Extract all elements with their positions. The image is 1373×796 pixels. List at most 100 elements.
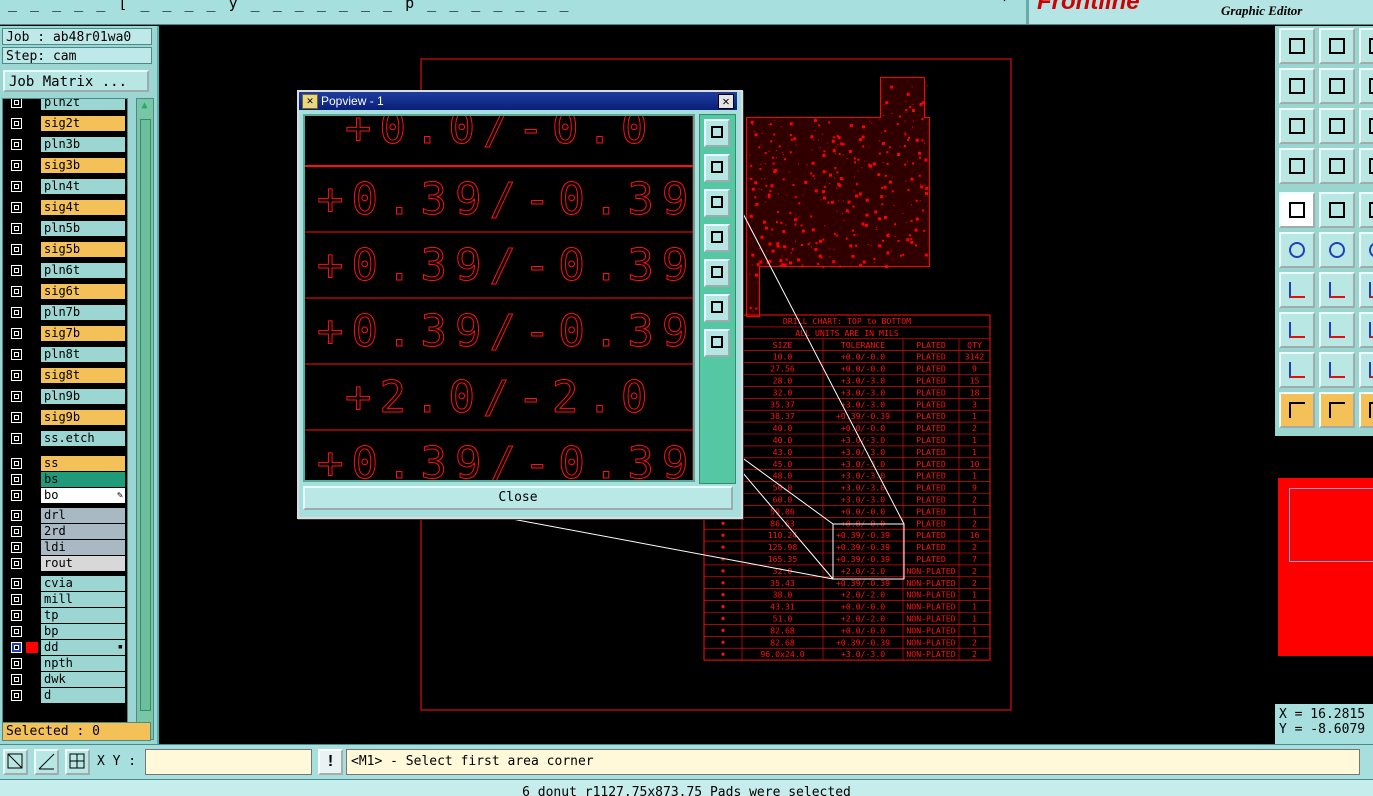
layer-row-rout[interactable]: rout xyxy=(5,556,125,571)
layer-name[interactable]: bs xyxy=(41,472,125,487)
cross-button[interactable] xyxy=(1319,232,1355,268)
circle-button[interactable] xyxy=(1359,232,1373,268)
layer-name[interactable]: ss.etch xyxy=(41,431,125,446)
layer-name[interactable]: pln3b xyxy=(41,137,125,152)
move-to-top-button[interactable] xyxy=(1279,28,1315,64)
popview-window[interactable]: ✕ Popview - 1 ✕ +0.0/-0.0 +0.39/-0.39 +0.3… xyxy=(297,90,743,519)
popview-titlebar[interactable]: ✕ Popview - 1 xyxy=(299,92,737,110)
layer-checkbox[interactable] xyxy=(11,610,22,621)
layer-row-pln9b[interactable]: pln9b xyxy=(5,389,125,404)
layer-row-tp[interactable]: tp xyxy=(5,608,125,623)
layer-checkbox[interactable] xyxy=(11,526,22,537)
layer-row-ldi[interactable]: ldi xyxy=(5,540,125,555)
layer-checkbox[interactable] xyxy=(11,328,22,339)
line-arrow-button[interactable] xyxy=(1319,272,1355,308)
scroll-up-icon[interactable]: ▲ xyxy=(139,101,150,111)
layer-row-sig7b[interactable]: sig7b xyxy=(5,326,125,341)
layer-row-sig3b[interactable]: sig3b xyxy=(5,158,125,173)
popview-zoom-view[interactable]: +0.0/-0.0 +0.39/-0.39 +0.39/-0.39 +0.39/-0.… xyxy=(303,114,695,482)
layer-checkbox[interactable] xyxy=(11,265,22,276)
undo-button[interactable] xyxy=(1359,68,1373,104)
layer-name[interactable]: d xyxy=(41,688,125,703)
snap-button[interactable] xyxy=(1319,148,1355,184)
layer-checkbox[interactable] xyxy=(11,674,22,685)
pan-left-button[interactable] xyxy=(704,224,730,252)
pad-add-button[interactable] xyxy=(1279,312,1315,348)
grid-mode-button[interactable] xyxy=(65,749,90,775)
layer-row-pln2t[interactable]: pln2t xyxy=(5,99,125,110)
layer-checkbox[interactable] xyxy=(11,181,22,192)
pan-down-button[interactable] xyxy=(704,189,730,217)
layer-scrollbar[interactable]: ▲ ▼ xyxy=(136,98,154,740)
line-cut-button[interactable] xyxy=(1319,312,1355,348)
layer-name[interactable]: cvia xyxy=(41,576,125,591)
layer-checkbox[interactable] xyxy=(11,474,22,485)
layer-row-cvia[interactable]: cvia xyxy=(5,576,125,591)
triangle-arrow-button[interactable] xyxy=(1319,352,1355,388)
layer-name[interactable]: rout xyxy=(41,556,125,571)
layer-row-sig8t[interactable]: sig8t xyxy=(5,368,125,383)
layer-row-npth[interactable]: npth xyxy=(5,656,125,671)
triangle-button[interactable] xyxy=(1279,352,1315,388)
layer-row-sig2t[interactable]: sig2t xyxy=(5,116,125,131)
layer-checkbox[interactable] xyxy=(11,286,22,297)
layer-checkbox[interactable] xyxy=(11,690,22,701)
layer-name[interactable]: dwk xyxy=(41,672,125,687)
close-button[interactable]: Close xyxy=(303,486,733,510)
layer-name[interactable]: bo ✎ xyxy=(41,488,125,503)
top-menu-text[interactable]: _ _ _ _ _ [ _ _ _ _ y _ _ _ _ _ _ _ p _ … xyxy=(8,0,571,12)
layer-checkbox[interactable] xyxy=(11,510,22,521)
layer-checkbox[interactable] xyxy=(11,223,22,234)
layer-row-sig4t[interactable]: sig4t xyxy=(5,200,125,215)
connect-button[interactable] xyxy=(1279,232,1315,268)
layer-checkbox[interactable] xyxy=(11,658,22,669)
line-bracket-button[interactable] xyxy=(1359,272,1373,308)
layer-checkbox[interactable] xyxy=(11,542,22,553)
layer-name[interactable]: ldi xyxy=(41,540,125,555)
pointer-button[interactable] xyxy=(1279,392,1315,428)
layer-checkbox[interactable] xyxy=(11,99,22,108)
layer-row-bo[interactable]: bo ✎ xyxy=(5,488,125,503)
zoom-fit-button[interactable] xyxy=(1279,108,1315,144)
layer-name[interactable]: drl xyxy=(41,508,125,523)
layer-checkbox[interactable] xyxy=(11,139,22,150)
layer-checkbox[interactable] xyxy=(11,307,22,318)
layer-name[interactable]: mill xyxy=(41,592,125,607)
select-pad-button[interactable] xyxy=(1279,192,1315,228)
layer-row-pln6t[interactable]: pln6t xyxy=(5,263,125,278)
zoom-fit-button[interactable] xyxy=(704,294,730,322)
circle-select-button[interactable] xyxy=(1359,392,1373,428)
layer-name[interactable]: bp xyxy=(41,624,125,639)
layer-row-pln7b[interactable]: pln7b xyxy=(5,305,125,320)
xy-input[interactable] xyxy=(145,749,312,775)
layer-name[interactable]: sig9b xyxy=(41,410,125,425)
layer-row-pln5b[interactable]: pln5b xyxy=(5,221,125,236)
layer-checkbox[interactable] xyxy=(11,391,22,402)
measure-mode-button[interactable] xyxy=(34,749,59,775)
triangle-cut-button[interactable] xyxy=(1359,352,1373,388)
layer-row-dd[interactable]: dd ▪ xyxy=(5,640,125,655)
layer-checkbox[interactable] xyxy=(11,433,22,444)
layer-name[interactable]: sig2t xyxy=(41,116,125,131)
move-to-bottom-button[interactable] xyxy=(1319,28,1355,64)
layer-name[interactable]: pln4t xyxy=(41,179,125,194)
layer-checkbox[interactable] xyxy=(11,160,22,171)
layer-name[interactable]: pln5b xyxy=(41,221,125,236)
layer-name[interactable]: pln2t xyxy=(41,99,125,110)
layer-row-pln3b[interactable]: pln3b xyxy=(5,137,125,152)
layer-name[interactable]: sig3b xyxy=(41,158,125,173)
scroll-thumb[interactable] xyxy=(140,119,151,711)
layer-checkbox[interactable] xyxy=(11,490,22,501)
layer-row-bp[interactable]: bp xyxy=(5,624,125,639)
line-angle-button[interactable] xyxy=(1279,272,1315,308)
settings-button[interactable] xyxy=(1279,148,1315,184)
layer-checkbox[interactable] xyxy=(11,578,22,589)
layer-row-d[interactable]: d xyxy=(5,688,125,703)
layer-row-ss[interactable]: ss xyxy=(5,456,125,471)
pan-right-button[interactable] xyxy=(704,259,730,287)
layer-row-drl[interactable]: drl xyxy=(5,508,125,523)
warning-button[interactable]: ! xyxy=(318,749,343,775)
close-icon[interactable]: ✕ xyxy=(718,94,734,109)
layer-row-sig9b[interactable]: sig9b xyxy=(5,410,125,425)
move-left-button[interactable] xyxy=(1279,68,1315,104)
